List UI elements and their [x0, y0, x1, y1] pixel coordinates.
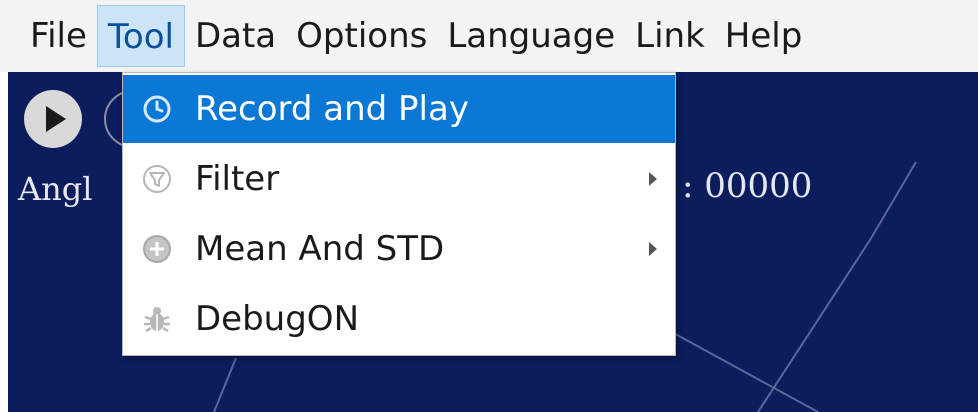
menu-options[interactable]: Options [286, 5, 437, 67]
menu-tool[interactable]: Tool [96, 5, 185, 67]
clock-history-icon [139, 91, 175, 127]
menu-help[interactable]: Help [715, 5, 813, 67]
menu-bar: File Tool Data Options Language Link Hel… [0, 0, 978, 72]
submenu-arrow-icon [649, 172, 657, 186]
menu-item-label: Mean And STD [195, 229, 445, 269]
angle-label: Angl [18, 170, 93, 208]
app-window: File Tool Data Options Language Link Hel… [0, 0, 978, 412]
plus-circle-icon [139, 231, 175, 267]
menu-item-record-and-play[interactable]: Record and Play [123, 75, 675, 143]
tool-dropdown-menu: Record and Play Filter Mean And STD Debu… [122, 72, 676, 356]
menu-item-label: DebugON [195, 299, 360, 339]
submenu-arrow-icon [649, 242, 657, 256]
menu-file[interactable]: File [20, 5, 97, 67]
menu-item-label: Record and Play [195, 89, 469, 129]
menu-data[interactable]: Data [185, 5, 286, 67]
menu-item-label: Filter [195, 159, 280, 199]
menu-item-filter[interactable]: Filter [123, 145, 675, 213]
menu-link[interactable]: Link [625, 5, 715, 67]
menu-language[interactable]: Language [437, 5, 625, 67]
filter-icon [139, 161, 175, 197]
menu-item-mean-and-std[interactable]: Mean And STD [123, 215, 675, 283]
menu-item-debugon[interactable]: DebugON [123, 285, 675, 353]
bug-icon [139, 301, 175, 337]
play-button[interactable] [24, 90, 82, 148]
play-icon [46, 106, 66, 132]
value-readout: : 00000 [682, 166, 813, 206]
